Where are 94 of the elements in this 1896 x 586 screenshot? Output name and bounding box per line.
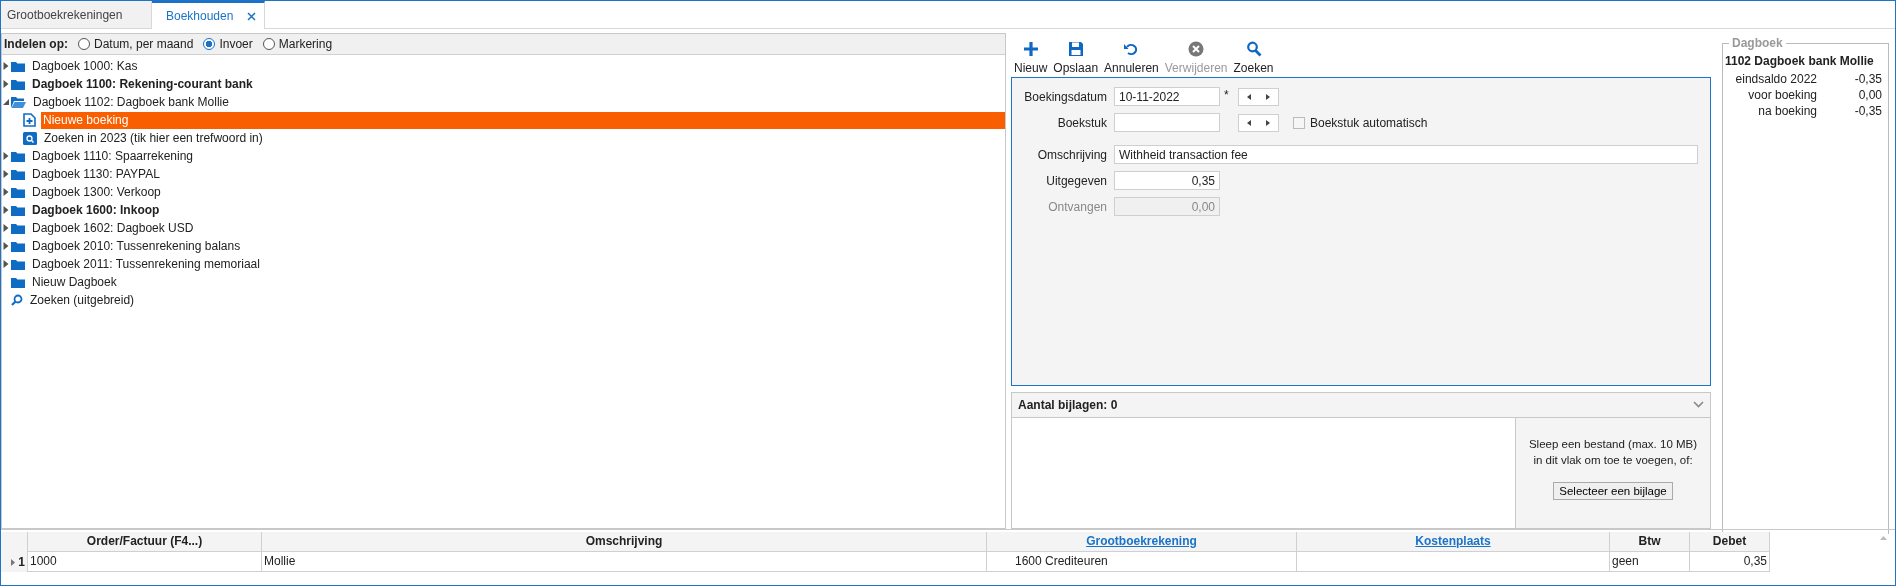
- journal-heading: 1102 Dagboek bank Mollie: [1725, 54, 1875, 68]
- toolbar-button[interactable]: Opslaan: [1050, 40, 1102, 75]
- toolbar-button[interactable]: Annuleren: [1101, 40, 1162, 75]
- folder-icon: [11, 150, 25, 162]
- right-arrow-icon[interactable]: [1266, 93, 1271, 100]
- collapse-arrow-icon[interactable]: [2, 99, 10, 105]
- folder-icon: [11, 78, 25, 90]
- table-cell: Mollie: [262, 552, 987, 572]
- field-label: Uitgegeven: [1045, 173, 1108, 188]
- close-icon[interactable]: [247, 11, 257, 21]
- balance-value: -0,35: [1854, 72, 1882, 88]
- select-attachment-button[interactable]: Selecteer een bijlage: [1553, 481, 1673, 500]
- checkbox[interactable]: Boekstuk automatisch: [1293, 115, 1428, 130]
- drop-hint: Sleep een bestand (max. 10 MB) in dit vlak om toe te voegen, of:: [1528, 436, 1698, 468]
- tree-item[interactable]: Dagboek 1600: Inkoop: [30, 201, 1005, 219]
- folder-icon: [11, 276, 25, 288]
- tab[interactable]: Boekhouden: [152, 1, 266, 29]
- folder-icon: [11, 222, 25, 234]
- tree-item[interactable]: Dagboek 1602: Dagboek USD: [30, 219, 1005, 237]
- attachments-title: Aantal bijlagen: 0: [1018, 397, 1118, 412]
- field-label: Omschrijving: [1036, 147, 1108, 162]
- column-header[interactable]: Kostenplaats: [1297, 532, 1610, 552]
- balance-label: eindsaldo 2022: [1734, 72, 1817, 88]
- folder-icon: [11, 204, 25, 216]
- expand-arrow-icon[interactable]: [2, 224, 10, 232]
- right-arrow-icon[interactable]: [1266, 119, 1271, 126]
- field-label: Ontvangen: [1047, 199, 1108, 214]
- folder-icon: [11, 60, 25, 72]
- radio-option[interactable]: Markering: [262, 37, 333, 51]
- column-header: Btw: [1610, 532, 1690, 552]
- tree-item[interactable]: Dagboek 1100: Rekening-courant bank: [30, 75, 1005, 93]
- column-header[interactable]: Grootboekrekening: [987, 532, 1297, 552]
- toolbar-button[interactable]: Nieuw: [1011, 40, 1051, 75]
- balance-label: voor boeking: [1747, 88, 1817, 104]
- folder-icon: [11, 168, 25, 180]
- expand-arrow-icon[interactable]: [2, 206, 10, 214]
- tree-item[interactable]: Dagboek 1000: Kas: [30, 57, 1005, 75]
- table-cell: 1600 Crediteuren: [987, 552, 1297, 572]
- expand-arrow-icon[interactable]: [2, 188, 10, 196]
- field-label: Boekstuk: [1056, 115, 1108, 130]
- group-by-label: Indelen op:: [4, 37, 68, 51]
- tree-item[interactable]: Dagboek 2011: Tussenrekening memoriaal: [30, 255, 1005, 273]
- tree-item[interactable]: Dagboek 1102: Dagboek bank Mollie: [31, 93, 1005, 111]
- new-document-icon: [23, 113, 36, 127]
- delete-icon: [1188, 40, 1205, 57]
- tree-item[interactable]: Nieuw Dagboek: [30, 273, 1005, 291]
- expand-arrow-icon[interactable]: [2, 170, 10, 178]
- balance-value: 0,00: [1858, 88, 1882, 104]
- required-mark: *: [1223, 87, 1230, 102]
- search-icon: [1245, 40, 1262, 57]
- balance-value: -0,35: [1854, 104, 1882, 120]
- stepper[interactable]: [1238, 113, 1279, 132]
- radio-option[interactable]: Invoer: [203, 37, 253, 51]
- chevron-down-icon[interactable]: [1693, 401, 1704, 409]
- folder-icon: [11, 258, 25, 270]
- current-row-icon: [11, 558, 16, 566]
- field-label: Boekingsdatum: [1023, 89, 1108, 104]
- expand-arrow-icon[interactable]: [2, 62, 10, 70]
- input-field[interactable]: 10-11-2022: [1114, 87, 1220, 107]
- stepper[interactable]: [1238, 87, 1279, 106]
- tree-item[interactable]: Zoeken in 2023 (tik hier een trefwoord in): [42, 129, 1005, 147]
- tree-item[interactable]: Zoeken (uitgebreid): [28, 291, 1005, 309]
- column-header: Debet: [1690, 532, 1770, 552]
- expand-arrow-icon[interactable]: [2, 260, 10, 268]
- folder-icon: [11, 96, 26, 108]
- table-cell: 0,35: [1690, 552, 1770, 572]
- expand-arrow-icon[interactable]: [2, 242, 10, 250]
- tree-item[interactable]: Dagboek 2010: Tussenrekening balans: [30, 237, 1005, 255]
- left-arrow-icon[interactable]: [1246, 119, 1251, 126]
- toolbar-button[interactable]: Zoeken: [1230, 40, 1277, 75]
- input-field[interactable]: 0,35: [1114, 171, 1220, 191]
- row-header[interactable]: 1: [1, 552, 28, 572]
- column-header: Order/Factuur (F4...): [28, 532, 262, 552]
- left-arrow-icon[interactable]: [1246, 93, 1251, 100]
- expand-arrow-icon[interactable]: [2, 80, 10, 88]
- plus-icon: [1022, 40, 1039, 57]
- tree-item[interactable]: Dagboek 1300: Verkoop: [30, 183, 1005, 201]
- tab[interactable]: Grootboekrekeningen: [1, 1, 152, 28]
- save-icon: [1067, 40, 1084, 57]
- tree-item[interactable]: Dagboek 1130: PAYPAL: [30, 165, 1005, 183]
- balance-label: na boeking: [1757, 104, 1817, 120]
- table-cell: geen: [1610, 552, 1690, 572]
- group-title: Dagboek: [1729, 36, 1786, 50]
- expand-arrow-icon[interactable]: [2, 152, 10, 160]
- table-cell: 1000: [28, 552, 262, 572]
- input-field[interactable]: Withheid transaction fee: [1114, 145, 1698, 165]
- search-document-icon: [23, 131, 37, 145]
- tree-item[interactable]: Dagboek 1110: Spaarrekening: [30, 147, 1005, 165]
- input-field[interactable]: [1114, 113, 1220, 133]
- folder-icon: [11, 240, 25, 252]
- column-header: Omschrijving: [262, 532, 987, 552]
- search-icon: [11, 294, 23, 306]
- radio-option[interactable]: Datum, per maand: [78, 37, 194, 51]
- folder-icon: [11, 186, 25, 198]
